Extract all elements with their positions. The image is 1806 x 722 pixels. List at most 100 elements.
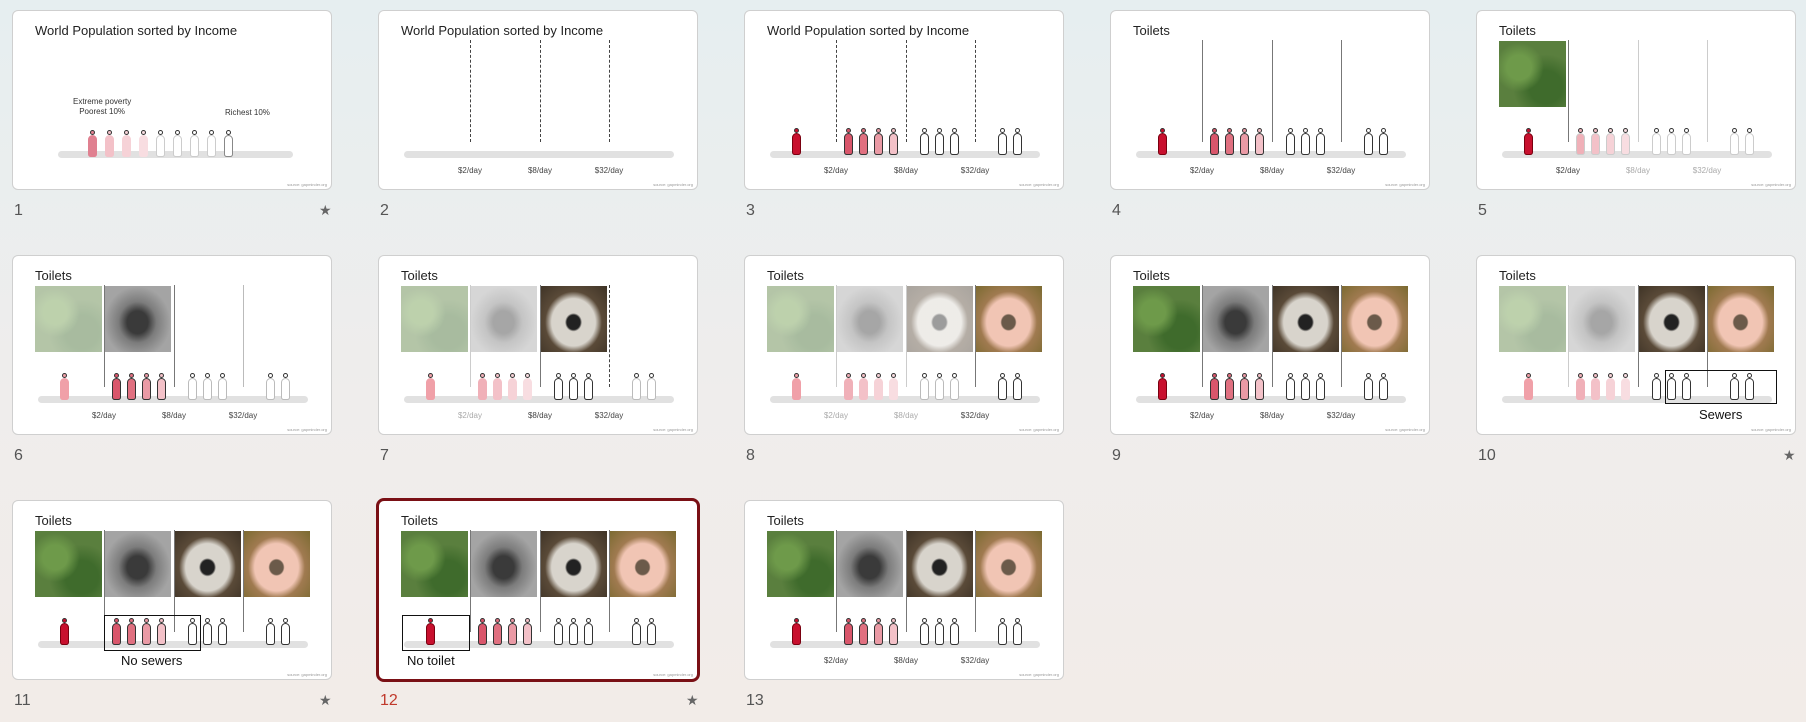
star-icon[interactable]: ★ xyxy=(1783,447,1796,464)
photo-pit-toilet xyxy=(906,286,973,352)
star-icon[interactable]: ★ xyxy=(319,692,332,709)
threshold-line xyxy=(243,530,244,632)
threshold-line xyxy=(1272,40,1273,142)
slide-thumbnail-8[interactable]: Toilets $2/day $8/day $32/day source: ga… xyxy=(744,255,1064,435)
axis-label-2: $2/day xyxy=(823,411,849,420)
slide-footer: source: gapminder.org xyxy=(653,672,693,677)
slide-number: 3 xyxy=(746,202,755,219)
person-icon xyxy=(88,130,97,157)
axis-label-2: $2/day xyxy=(1189,166,1215,175)
photo-pit-toilet xyxy=(540,286,607,352)
slide-thumbnail-2[interactable]: World Population sorted by Income $2/day… xyxy=(378,10,698,190)
axis-label-8: $8/day xyxy=(1259,411,1285,420)
photo-flush-toilet xyxy=(1707,286,1774,352)
slide-title: Toilets xyxy=(1499,268,1536,283)
person-icon xyxy=(1667,128,1676,155)
slide-thumbnail-5[interactable]: Toilets $2/day $8/day $32/day source: ga… xyxy=(1476,10,1796,190)
person-icon xyxy=(218,618,227,645)
slide-thumbnail-13[interactable]: Toilets $2/day $8/day $32/day source: ga… xyxy=(744,500,1064,680)
threshold-line xyxy=(609,530,610,632)
slide-footer: source: gapminder.org xyxy=(287,182,327,187)
slide-thumbnail-1[interactable]: World Population sorted by Income Extrem… xyxy=(12,10,332,190)
callout-no-toilet: No toilet xyxy=(407,653,455,668)
slide-number: 11 xyxy=(14,692,31,709)
person-icon xyxy=(60,618,69,645)
person-icon xyxy=(935,618,944,645)
photo-squat-toilet xyxy=(104,286,171,352)
callout-no-sewers: No sewers xyxy=(121,653,183,668)
slide-footer: source: gapminder.org xyxy=(287,427,327,432)
person-icon xyxy=(1013,618,1022,645)
slide-footer: source: gapminder.org xyxy=(653,182,693,187)
slide-title: World Population sorted by Income xyxy=(401,23,604,38)
person-icon xyxy=(792,128,801,155)
person-icon xyxy=(1682,128,1691,155)
photo-open-defecation xyxy=(767,531,834,597)
person-icon xyxy=(157,373,166,400)
highlight-box xyxy=(104,615,201,651)
person-icon xyxy=(203,618,212,645)
photo-squat-toilet xyxy=(1202,286,1269,352)
slide-thumbnail-12[interactable]: Toilets No toilet source: gapminder.org xyxy=(376,498,700,682)
slide-thumbnail-9[interactable]: Toilets $2/day $8/day $32/day source: ga… xyxy=(1110,255,1430,435)
axis-label-8: $8/day xyxy=(893,166,919,175)
slide-number: 6 xyxy=(14,447,23,464)
person-icon xyxy=(218,373,227,400)
threshold-line xyxy=(470,530,471,632)
person-icon xyxy=(523,618,532,645)
person-icon xyxy=(1158,373,1167,400)
person-icon xyxy=(1013,128,1022,155)
person-icon xyxy=(1621,128,1630,155)
person-icon xyxy=(950,618,959,645)
slide-thumbnail-6[interactable]: Toilets $2/day $8/day $32/day source: ga… xyxy=(12,255,332,435)
threshold-line xyxy=(1202,285,1203,387)
star-icon[interactable]: ★ xyxy=(319,202,332,219)
photo-squat-toilet xyxy=(836,286,903,352)
slide-thumbnail-4[interactable]: Toilets $2/day $8/day $32/day source: ga… xyxy=(1110,10,1430,190)
person-icon xyxy=(60,373,69,400)
person-icon xyxy=(1240,373,1249,400)
slide-title: Toilets xyxy=(1133,23,1170,38)
slide-footer: source: gapminder.org xyxy=(1751,182,1791,187)
axis-label-32: $32/day xyxy=(960,656,990,665)
axis-label-32: $32/day xyxy=(594,166,624,175)
person-icon xyxy=(632,373,641,400)
threshold-line xyxy=(836,530,837,632)
person-icon xyxy=(859,618,868,645)
person-icon xyxy=(569,373,578,400)
slide-thumbnail-10[interactable]: Toilets Sewers source: gapminder.org xyxy=(1476,255,1796,435)
person-icon xyxy=(1225,373,1234,400)
person-icon xyxy=(874,128,883,155)
person-icon xyxy=(139,130,148,157)
threshold-line xyxy=(1707,40,1708,142)
photo-pit-toilet xyxy=(174,531,241,597)
photo-pit-toilet xyxy=(1638,286,1705,352)
person-icon xyxy=(859,373,868,400)
person-icon xyxy=(1240,128,1249,155)
person-icon xyxy=(281,618,290,645)
photo-flush-toilet xyxy=(1341,286,1408,352)
person-icon xyxy=(1745,128,1754,155)
person-icon xyxy=(508,373,517,400)
person-icon xyxy=(1379,373,1388,400)
photo-open-defecation xyxy=(1499,41,1566,107)
axis-label-8: $8/day xyxy=(1625,166,1651,175)
star-icon[interactable]: ★ xyxy=(686,692,699,709)
person-icon xyxy=(792,618,801,645)
person-icon xyxy=(554,618,563,645)
axis-label-8: $8/day xyxy=(527,411,553,420)
photo-open-defecation xyxy=(35,531,102,597)
person-icon xyxy=(1158,128,1167,155)
person-icon xyxy=(935,373,944,400)
slide-number: 12 xyxy=(380,692,398,709)
photo-open-defecation xyxy=(1499,286,1566,352)
slide-thumbnail-7[interactable]: Toilets $2/day $8/day $32/day source: ga… xyxy=(378,255,698,435)
slide-thumbnail-3[interactable]: World Population sorted by Income $2/day… xyxy=(744,10,1064,190)
slide-thumbnail-11[interactable]: Toilets No sewers source: gapminder.org xyxy=(12,500,332,680)
threshold-line xyxy=(609,40,610,142)
axis-label-2: $2/day xyxy=(457,411,483,420)
person-icon xyxy=(207,130,216,157)
person-icon xyxy=(844,128,853,155)
slide-number: 13 xyxy=(746,692,764,709)
slide-number: 9 xyxy=(1112,447,1121,464)
